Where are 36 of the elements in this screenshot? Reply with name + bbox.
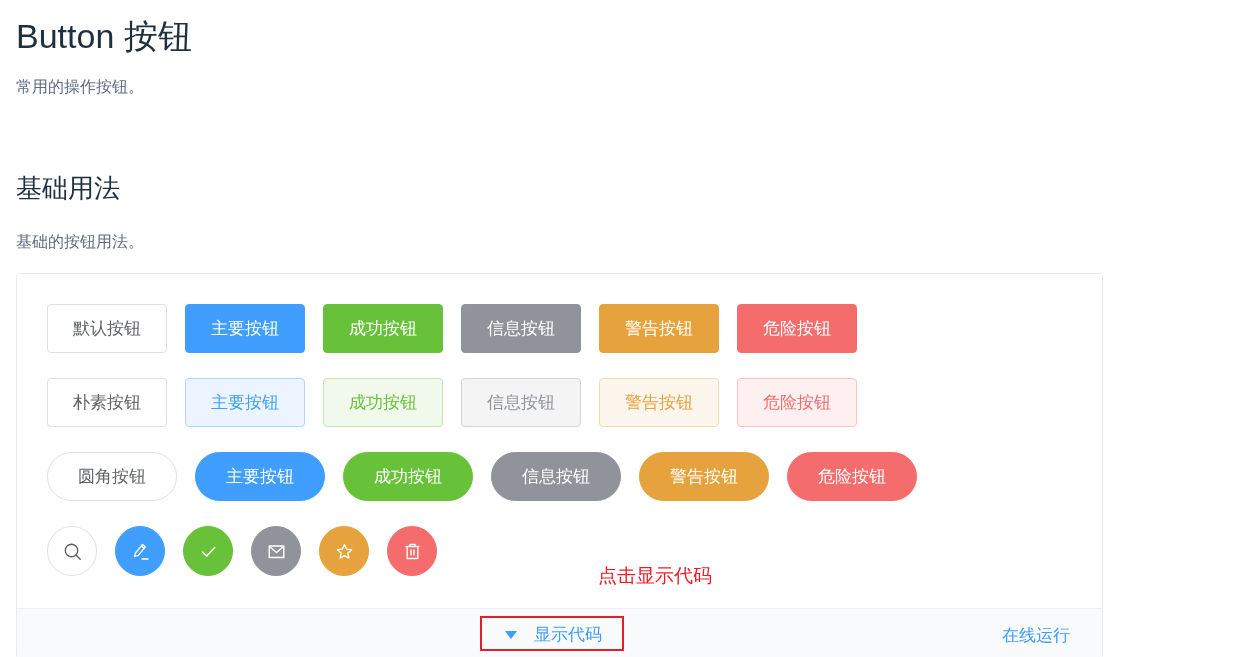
caret-icon	[505, 631, 517, 639]
info-button[interactable]: 信息按钮	[461, 378, 581, 427]
default-button[interactable]: 朴素按钮	[47, 378, 167, 427]
circle-button[interactable]	[115, 526, 165, 576]
page-title: Button 按钮	[16, 16, 192, 56]
circle-button[interactable]	[319, 526, 369, 576]
success-button[interactable]: 成功按钮	[323, 378, 443, 427]
info-button[interactable]: 信息按钮	[491, 452, 621, 501]
run-online-link[interactable]: 在线运行	[1002, 626, 1070, 646]
star-icon	[335, 542, 353, 560]
warning-button[interactable]: 警告按钮	[599, 304, 719, 353]
warning-button[interactable]: 警告按钮	[599, 378, 719, 427]
warning-button[interactable]: 警告按钮	[639, 452, 769, 501]
pencil-icon	[131, 542, 149, 560]
success-button[interactable]: 成功按钮	[323, 304, 443, 353]
envelope-icon	[267, 542, 285, 560]
danger-button[interactable]: 危险按钮	[787, 452, 917, 501]
circle-button[interactable]	[183, 526, 233, 576]
danger-button[interactable]: 危险按钮	[737, 304, 857, 353]
default-button[interactable]: 默认按钮	[47, 304, 167, 353]
circle-button[interactable]	[387, 526, 437, 576]
page-description: 常用的操作按钮。	[16, 77, 144, 97]
primary-button[interactable]: 主要按钮	[195, 452, 325, 501]
show-code-toggle[interactable]: 显示代码	[505, 625, 602, 645]
section-title: 基础用法	[16, 172, 120, 205]
success-button[interactable]: 成功按钮	[343, 452, 473, 501]
annotation-text: 点击显示代码	[598, 565, 712, 587]
section-description: 基础的按钮用法。	[16, 232, 144, 252]
primary-button[interactable]: 主要按钮	[185, 304, 305, 353]
danger-button[interactable]: 危险按钮	[737, 378, 857, 427]
search-icon	[63, 542, 81, 560]
circle-button[interactable]	[251, 526, 301, 576]
primary-button[interactable]: 主要按钮	[185, 378, 305, 427]
default-button[interactable]: 圆角按钮	[47, 452, 177, 501]
trash-icon	[403, 542, 421, 560]
info-button[interactable]: 信息按钮	[461, 304, 581, 353]
